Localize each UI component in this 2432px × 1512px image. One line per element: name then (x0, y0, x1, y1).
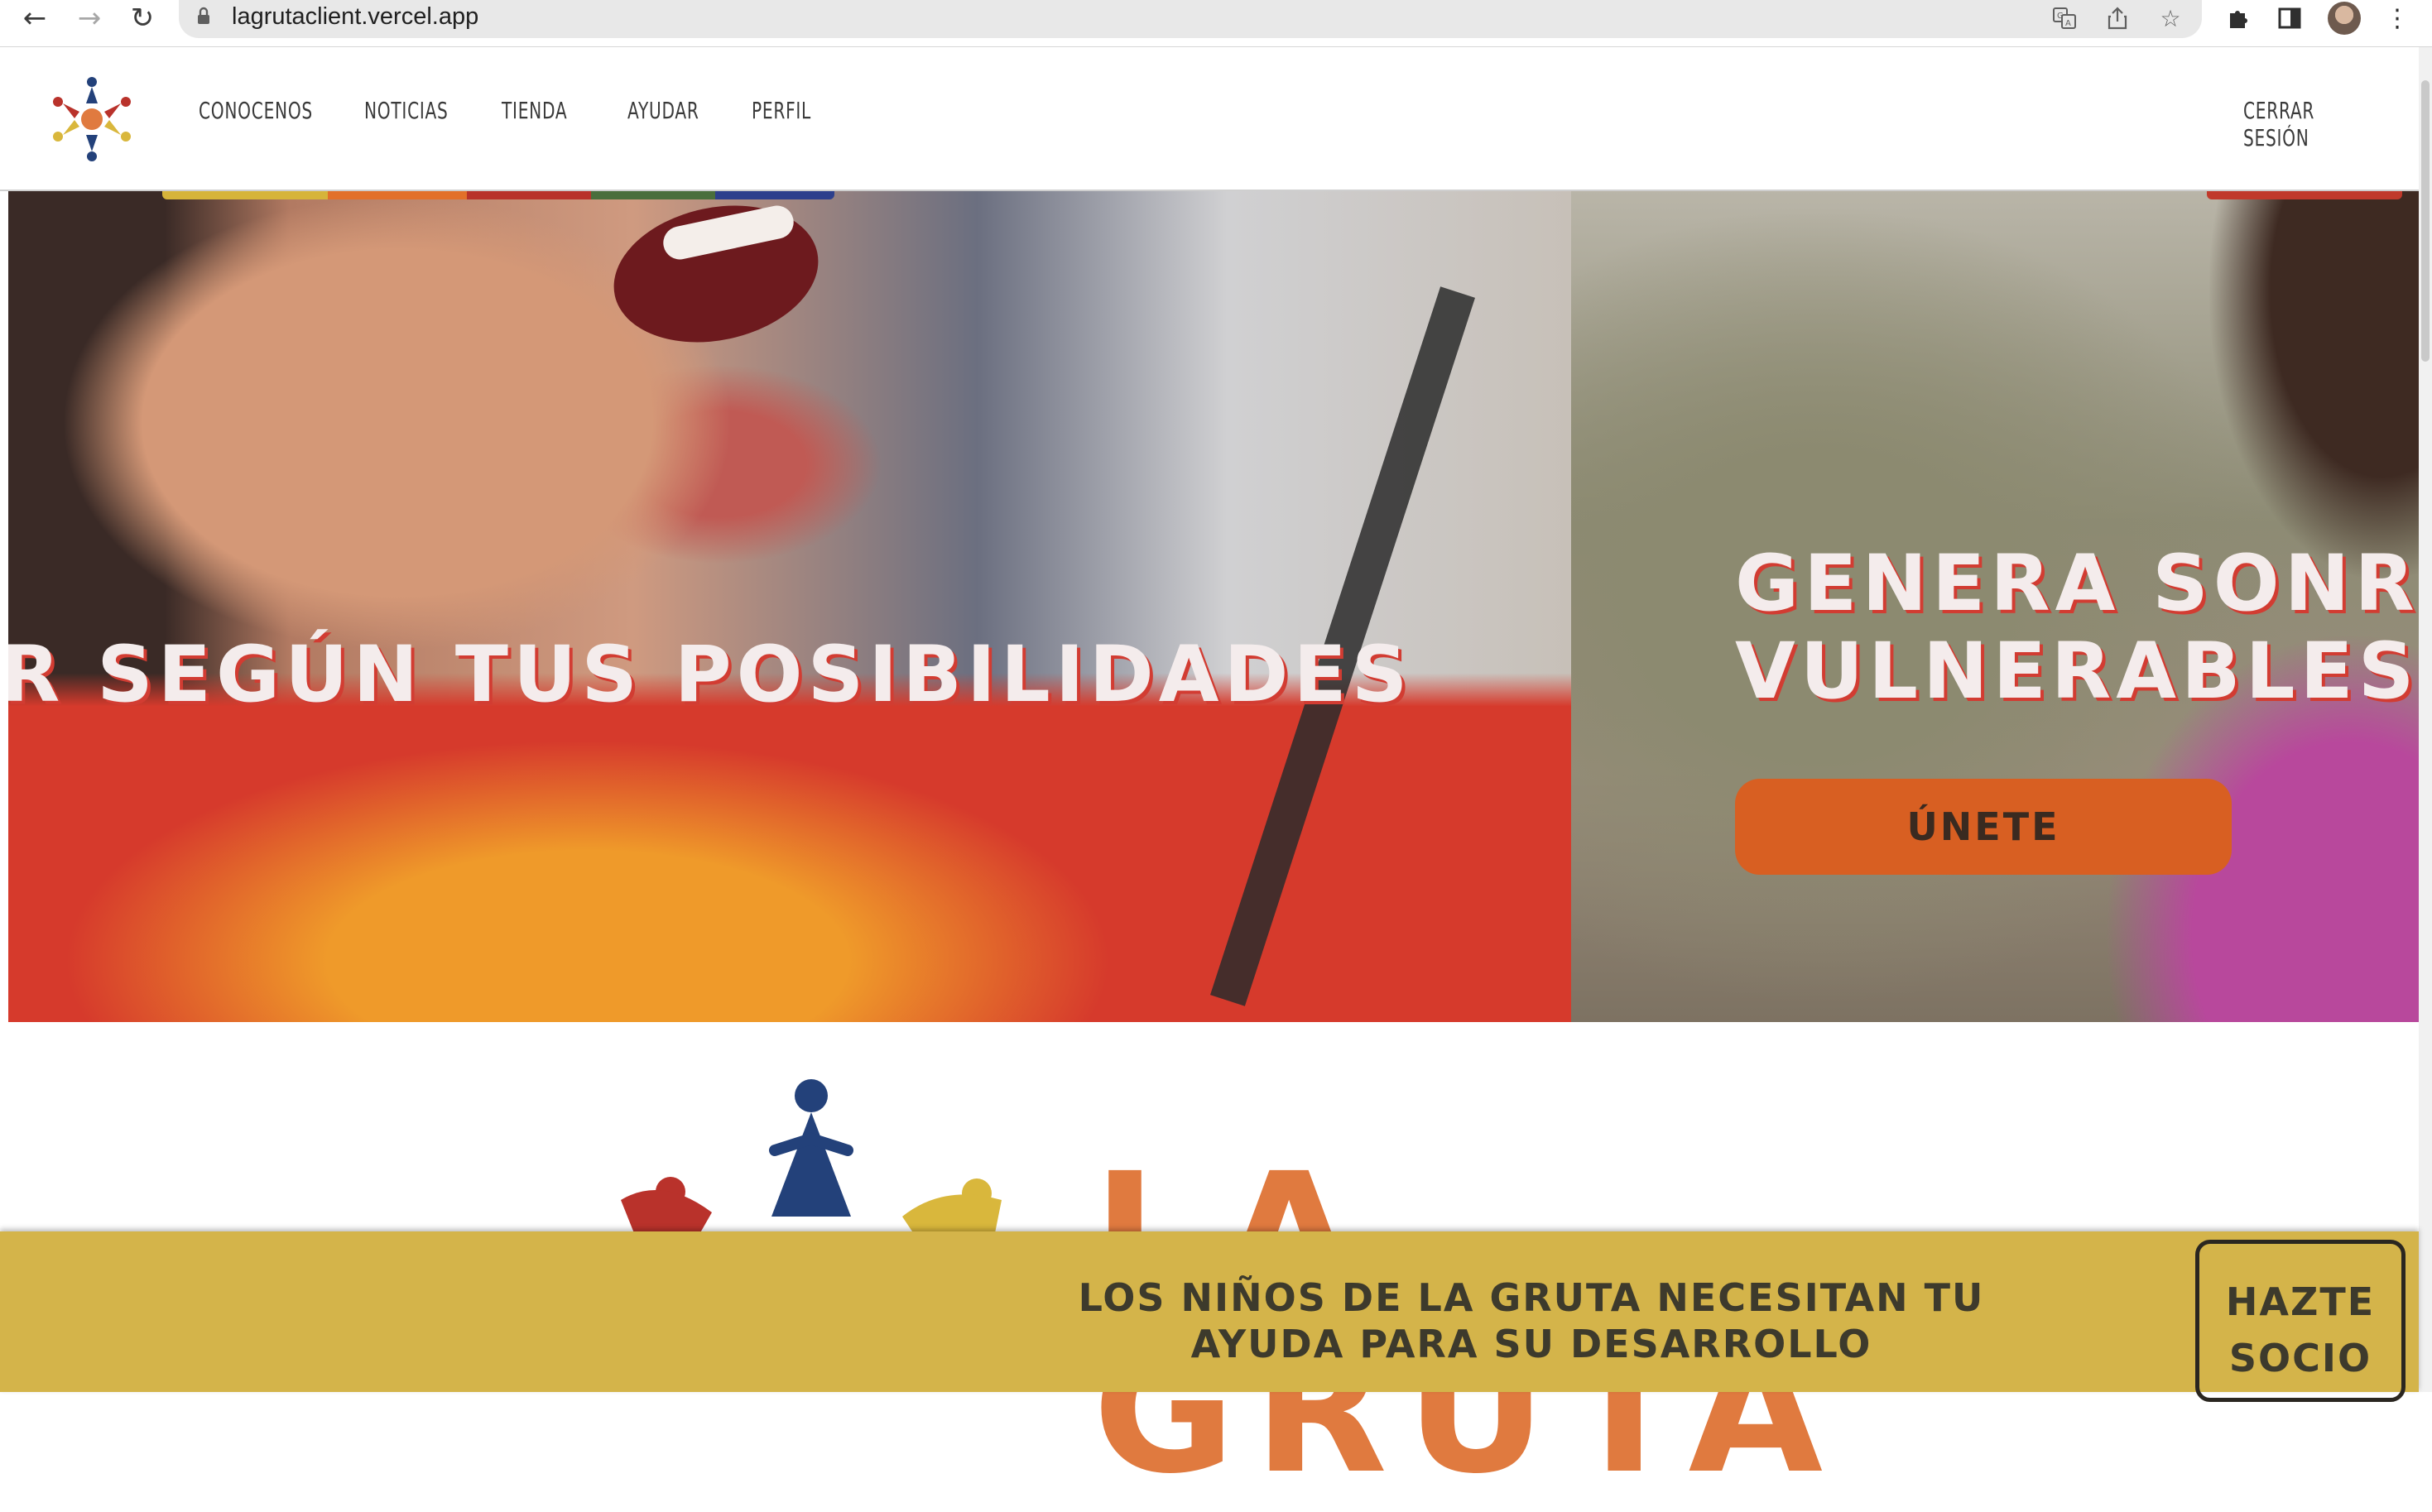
translate-icon[interactable]: GA (2050, 3, 2079, 33)
share-icon[interactable] (2103, 3, 2132, 33)
cta-message: LOS NIÑOS DE LA GRUTA NECESITAN TU AYUDA… (1035, 1274, 2028, 1367)
hero-slide-photo-child (8, 191, 1571, 1022)
hero-slider[interactable]: R SEGÚN TUS POSIBILIDADES GENERA SONRIS … (8, 191, 2419, 1022)
slider-active-indicator (2207, 191, 2402, 199)
cta-button-line-1: HAZTE (2225, 1279, 2376, 1324)
progress-segment (328, 191, 467, 199)
nav-tienda[interactable]: TIENDA (502, 97, 567, 124)
side-panel-icon[interactable] (2273, 2, 2306, 35)
cta-line-1: LOS NIÑOS DE LA GRUTA NECESITAN TU (1078, 1275, 1985, 1320)
hazte-socio-button[interactable]: HAZTE SOCIO (2195, 1240, 2406, 1402)
scrollbar-thumb[interactable] (2421, 80, 2430, 362)
svg-text:A: A (2065, 19, 2071, 28)
reload-icon[interactable]: ↻ (124, 2, 161, 35)
la-gruta-figures-logo (621, 1079, 1002, 1241)
svg-text:G: G (2057, 12, 2064, 21)
cta-button-line-2: SOCIO (2228, 1336, 2372, 1380)
cta-banner: LOS NIÑOS DE LA GRUTA NECESITAN TU AYUDA… (0, 1231, 2419, 1402)
nav-noticias[interactable]: NOTICIAS (364, 97, 449, 124)
forward-arrow-icon[interactable]: → (71, 2, 108, 35)
nav-conocenos[interactable]: CONOCENOS (199, 97, 313, 124)
hero-heading-left: R SEGÚN TUS POSIBILIDADES (8, 630, 1413, 720)
slider-progress-bar (162, 191, 834, 199)
hero-heading-right-line2: VULNERABLES (1735, 626, 2419, 717)
lock-icon (198, 7, 209, 24)
url-text[interactable]: lagrutaclient.vercel.app (232, 3, 478, 31)
logout-link[interactable]: CERRAR SESIÓN (2243, 97, 2370, 151)
hero-heading-right-line1: GENERA SONRIS (1735, 539, 2419, 629)
browser-toolbar: ← → ↻ lagrutaclient.vercel.app GA ☆ ⋮ (0, 0, 2432, 47)
address-bar[interactable]: lagrutaclient.vercel.app GA ☆ (179, 0, 2202, 38)
progress-segment (467, 191, 591, 199)
join-button[interactable]: ÚNETE (1735, 779, 2232, 875)
extensions-puzzle-icon[interactable] (2222, 2, 2255, 35)
progress-segment (715, 191, 834, 199)
cta-line-2: AYUDA PARA SU DESARROLLO (1190, 1322, 1872, 1366)
progress-segment (162, 191, 328, 199)
brand-section: LA GRUTA (613, 1076, 1823, 1498)
profile-avatar[interactable] (2328, 2, 2361, 35)
nav-perfil[interactable]: PERFIL (752, 97, 811, 124)
more-menu-icon[interactable]: ⋮ (2381, 2, 2414, 35)
page-scrollbar[interactable] (2419, 47, 2432, 1392)
bookmark-star-icon[interactable]: ☆ (2156, 3, 2185, 33)
photo-detail (601, 191, 831, 361)
progress-segment (591, 191, 715, 199)
back-arrow-icon[interactable]: ← (17, 2, 53, 35)
nav-ayudar[interactable]: AYUDAR (627, 97, 699, 124)
site-header: CONOCENOS NOTICIAS TIENDA AYUDAR PERFIL … (0, 47, 2419, 191)
la-gruta-logo[interactable] (46, 70, 137, 168)
